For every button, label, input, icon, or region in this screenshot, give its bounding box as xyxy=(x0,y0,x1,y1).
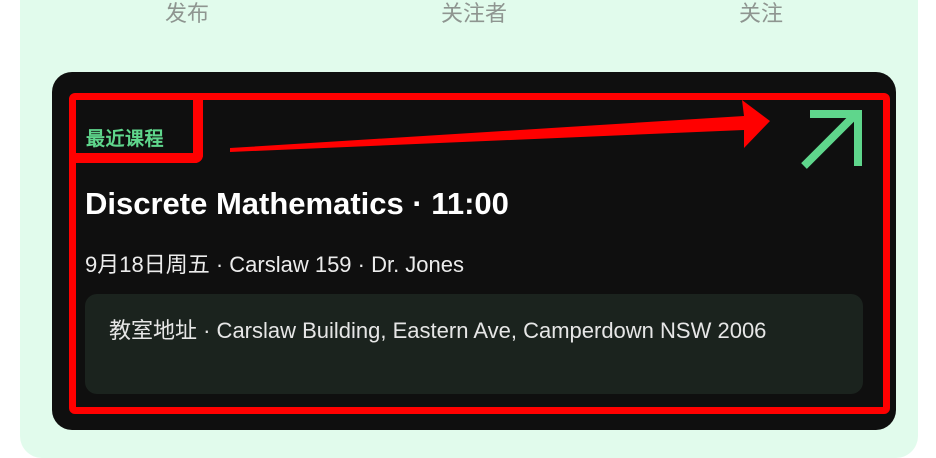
tab-followers[interactable]: 关注者 xyxy=(414,0,534,30)
card-kicker: 最近课程 xyxy=(86,129,165,150)
profile-tabs: 发布 关注者 关注 xyxy=(0,0,936,40)
course-address: 教室地址 · Carslaw Building, Eastern Ave, Ca… xyxy=(109,318,767,343)
recent-course-card[interactable]: 最近课程 Discrete Mathematics · 11:00 9月18日周… xyxy=(52,72,896,430)
course-title: Discrete Mathematics · 11:00 xyxy=(85,186,509,221)
tab-posts[interactable]: 发布 xyxy=(127,0,247,30)
address-box: 教室地址 · Carslaw Building, Eastern Ave, Ca… xyxy=(85,294,863,394)
arrow-up-right-icon[interactable] xyxy=(796,106,866,172)
tab-following[interactable]: 关注 xyxy=(701,0,821,30)
profile-page: 发布 关注者 关注 最近课程 Discrete Mathematics · 11… xyxy=(0,0,936,458)
course-meta: 9月18日周五 · Carslaw 159 · Dr. Jones xyxy=(85,252,465,277)
